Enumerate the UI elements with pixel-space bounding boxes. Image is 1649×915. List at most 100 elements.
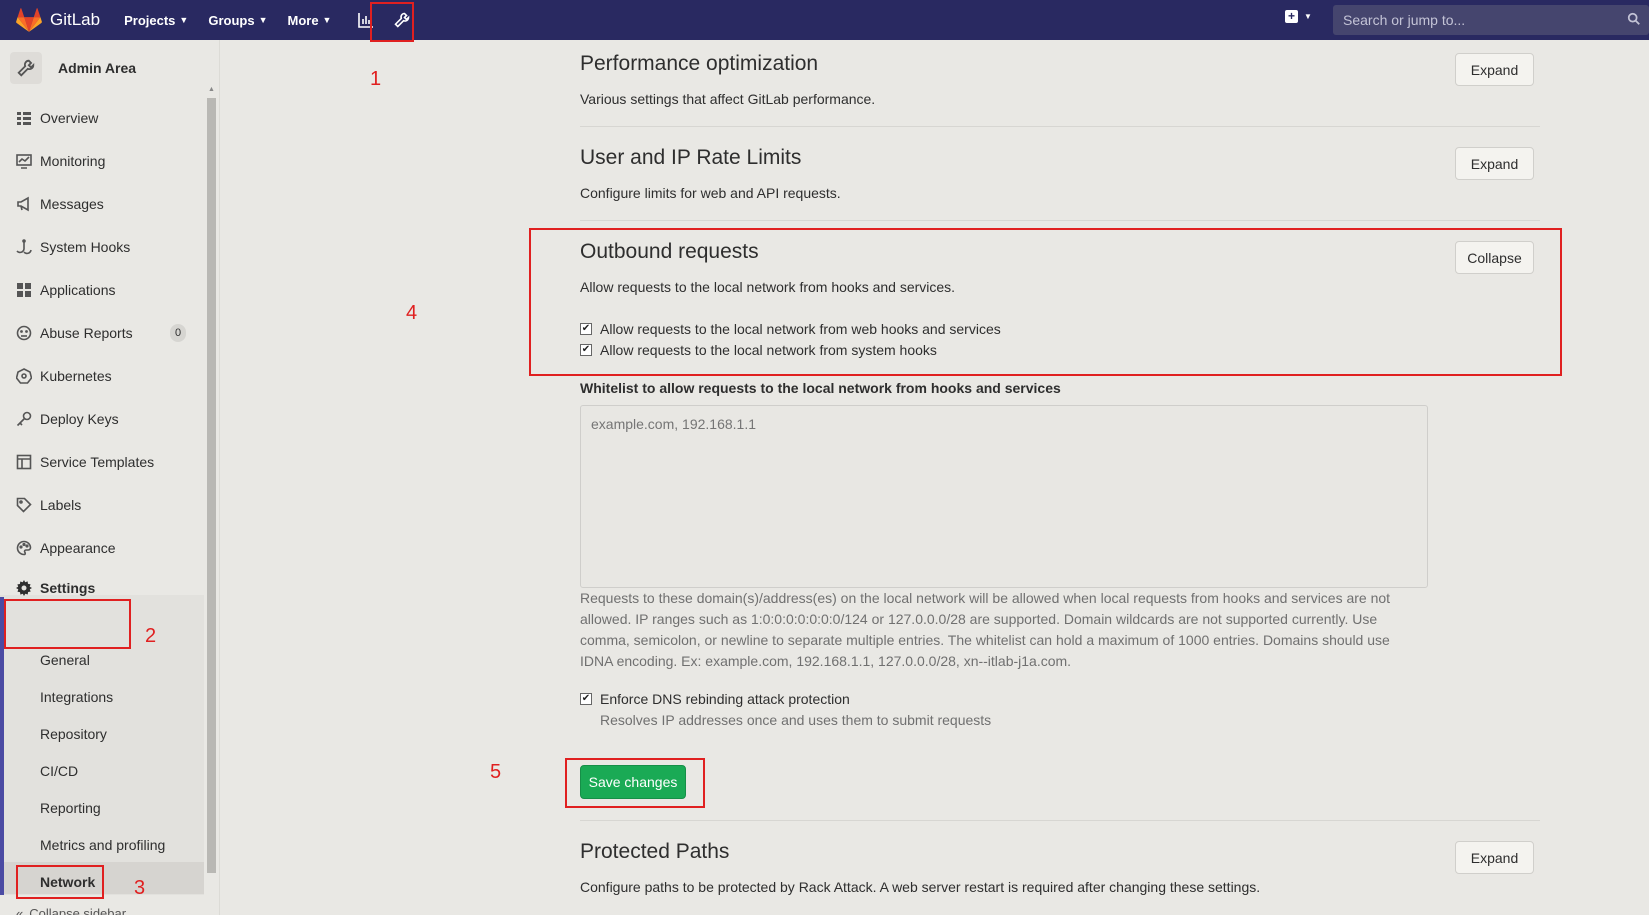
double-chevron-left-icon: «	[16, 906, 24, 915]
sidebar-item-label: Monitoring	[40, 153, 106, 169]
abuse-count-badge: 0	[170, 324, 186, 342]
annotation-number-3: 3	[134, 877, 146, 899]
palette-icon	[16, 540, 32, 556]
top-navbar: GitLab Projects ▼ Groups ▼ More ▼ + ▼ Searc…	[0, 0, 1649, 40]
section-desc-protected-paths: Configure paths to be protected by Rack …	[580, 879, 1261, 895]
whitelist-label: Whitelist to allow requests to the local…	[580, 380, 1061, 396]
section-title-rate-limits: User and IP Rate Limits	[580, 146, 802, 169]
grid-icon	[17, 283, 31, 297]
nav-groups-label: Groups	[208, 12, 255, 28]
expand-rate-limits-button[interactable]: Expand	[1455, 147, 1534, 180]
nav-more-label: More	[287, 12, 319, 28]
sidebar-item-label: Kubernetes	[40, 368, 112, 384]
annotation-number-5: 5	[490, 761, 502, 783]
section-desc-rate-limits: Configure limits for web and API request…	[580, 185, 841, 201]
annotation-box-3	[16, 865, 104, 899]
sidebar-item-label: Service Templates	[40, 454, 155, 470]
sidebar-item-appearance[interactable]: Appearance	[16, 540, 116, 556]
kubernetes-icon	[16, 368, 32, 384]
annotation-box-4	[529, 228, 1562, 376]
sidebar-sub-metrics[interactable]: Metrics and profiling	[40, 837, 165, 853]
expand-protected-paths-button[interactable]: Expand	[1455, 841, 1534, 874]
nav-more[interactable]: More ▼	[287, 13, 331, 28]
sidebar-sub-general[interactable]: General	[40, 652, 90, 668]
nav-projects[interactable]: Projects ▼	[124, 13, 188, 28]
annotation-box-1	[370, 2, 414, 42]
sidebar-item-labels[interactable]: Labels	[16, 497, 81, 513]
sidebar-item-label: Applications	[40, 282, 116, 298]
sidebar-item-system-hooks[interactable]: System Hooks	[16, 239, 130, 255]
sidebar-item-label: Deploy Keys	[40, 411, 119, 427]
annotation-number-2: 2	[145, 625, 157, 647]
section-title-protected-paths: Protected Paths	[580, 840, 730, 863]
sidebar-item-label: Settings	[40, 580, 96, 596]
sidebar-item-kubernetes[interactable]: Kubernetes	[16, 368, 112, 384]
collapse-sidebar-button[interactable]: « Collapse sidebar	[16, 906, 126, 915]
sidebar-sub-repository[interactable]: Repository	[40, 726, 107, 742]
sidebar-item-label: System Hooks	[40, 239, 131, 255]
chevron-down-icon: ▼	[179, 15, 189, 25]
scroll-up-arrow-icon[interactable]: ▲	[207, 86, 216, 96]
sidebar-item-label: Overview	[40, 110, 99, 126]
search-placeholder: Search or jump to...	[1343, 12, 1466, 28]
smiley-icon	[16, 325, 32, 341]
gitlab-logo[interactable]: GitLab	[16, 8, 100, 32]
whitelist-help-text: Requests to these domain(s)/address(es) …	[580, 590, 1391, 669]
sidebar-item-service-templates[interactable]: Service Templates	[16, 454, 154, 470]
logo-text: GitLab	[50, 10, 101, 29]
sidebar-item-label: Abuse Reports	[40, 325, 133, 341]
wrench-icon	[17, 59, 35, 77]
sidebar-item-abuse-reports[interactable]: Abuse Reports	[16, 325, 133, 341]
sidebar-sub-reporting[interactable]: Reporting	[40, 800, 101, 816]
sidebar-item-applications[interactable]: Applications	[16, 282, 116, 298]
sidebar-item-monitoring[interactable]: Monitoring	[16, 153, 105, 169]
annotation-box-2	[4, 599, 131, 649]
sidebar-sub-cicd[interactable]: CI/CD	[40, 763, 78, 779]
sidebar-item-deploy-keys[interactable]: Deploy Keys	[16, 411, 119, 427]
sidebar-item-overview[interactable]: Overview	[16, 110, 98, 126]
admin-sidebar: Admin Area Overview Monitoring Messages …	[0, 40, 220, 915]
whitelist-textarea[interactable]	[580, 405, 1428, 588]
section-divider	[580, 220, 1540, 221]
plus-square-icon: +	[1285, 10, 1298, 23]
annotation-box-5	[565, 758, 705, 808]
gear-icon	[16, 580, 32, 596]
dns-rebinding-checkbox[interactable]: ✔	[580, 693, 592, 705]
search-input[interactable]: Search or jump to...	[1333, 5, 1649, 35]
chevron-down-icon: ▼	[322, 15, 332, 25]
section-title-performance: Performance optimization	[580, 52, 819, 75]
search-icon	[1627, 12, 1640, 25]
sidebar-header[interactable]: Admin Area	[10, 52, 136, 84]
sidebar-item-settings[interactable]: Settings	[16, 580, 95, 596]
scrollbar-thumb[interactable]	[207, 98, 216, 873]
sidebar-item-label: Messages	[40, 196, 104, 212]
monitor-icon	[16, 154, 32, 169]
collapse-label: Collapse sidebar	[29, 906, 127, 915]
sidebar-item-messages[interactable]: Messages	[16, 196, 104, 212]
annotation-number-4: 4	[406, 302, 418, 324]
annotation-number-1: 1	[370, 68, 382, 90]
expand-performance-button[interactable]: Expand	[1455, 53, 1534, 86]
sidebar-sub-integrations[interactable]: Integrations	[40, 689, 113, 705]
chevron-down-icon: ▼	[258, 15, 268, 25]
megaphone-icon	[17, 196, 29, 212]
label-icon	[16, 497, 32, 513]
sidebar-item-label: Labels	[40, 497, 82, 513]
template-icon	[16, 454, 32, 470]
sidebar-title: Admin Area	[58, 60, 137, 76]
checkbox-row-dns[interactable]: ✔ Enforce DNS rebinding attack protectio…	[580, 691, 850, 707]
key-icon	[16, 411, 32, 427]
hook-icon	[16, 239, 32, 255]
chevron-down-icon: ▼	[1304, 12, 1312, 21]
sidebar-item-label: Appearance	[40, 540, 116, 556]
tanuki-logo-icon	[16, 8, 42, 32]
sidebar-scrollbar[interactable]: ▲	[205, 86, 217, 874]
admin-avatar	[10, 52, 42, 84]
section-divider	[580, 126, 1540, 127]
nav-groups[interactable]: Groups ▼	[208, 13, 267, 28]
section-divider	[580, 820, 1540, 821]
checkbox-label: Enforce DNS rebinding attack protection	[600, 691, 850, 707]
new-item-dropdown[interactable]: + ▼	[1285, 10, 1312, 23]
dns-help-text: Resolves IP addresses once and uses them…	[600, 712, 992, 728]
nav-projects-label: Projects	[124, 12, 176, 28]
